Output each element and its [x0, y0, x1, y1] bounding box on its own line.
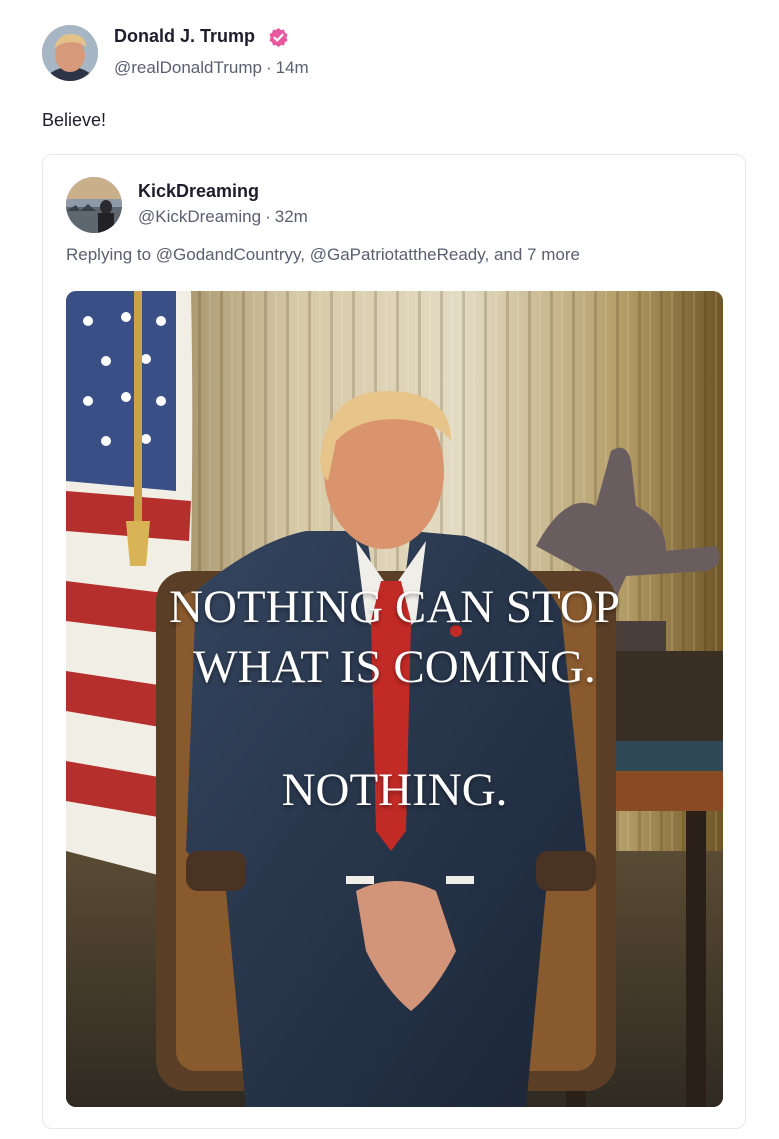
author-handle-line: @realDonaldTrump · 14m: [114, 58, 309, 78]
quoted-media-image[interactable]: NOTHING CAN STOP WHAT IS COMING. NOTHING…: [66, 291, 723, 1107]
quoted-author-avatar[interactable]: [66, 177, 122, 233]
replying-to-line[interactable]: Replying to @GodandCountryy, @GaPatriota…: [66, 245, 580, 265]
quoted-handle-line: @KickDreaming · 32m: [138, 207, 308, 227]
media-caption-line-1: NOTHING CAN STOP: [169, 581, 620, 633]
quoted-author-handle[interactable]: @KickDreaming: [138, 207, 261, 226]
separator-dot: ·: [265, 58, 272, 77]
quoted-post-card[interactable]: KickDreaming @KickDreaming · 32m Replying …: [42, 154, 746, 1129]
author-avatar[interactable]: [42, 25, 98, 81]
separator-dot: ·: [265, 207, 271, 226]
media-caption-line-2: WHAT IS COMING.: [193, 641, 596, 693]
post-text: Believe!: [42, 110, 107, 130]
media-caption-line-3: NOTHING.: [281, 764, 508, 816]
quoted-author-name[interactable]: KickDreaming: [138, 181, 259, 202]
quoted-post-time[interactable]: 32m: [275, 207, 308, 226]
portrait-painting: [66, 291, 723, 1107]
author-name[interactable]: Donald J. Trump: [114, 26, 255, 47]
post: Donald J. Trump @realDonaldTrump · 14m Bel…: [0, 0, 779, 1139]
verified-badge-icon: [268, 27, 289, 48]
author-handle[interactable]: @realDonaldTrump: [114, 58, 262, 77]
post-time[interactable]: 14m: [276, 58, 309, 77]
